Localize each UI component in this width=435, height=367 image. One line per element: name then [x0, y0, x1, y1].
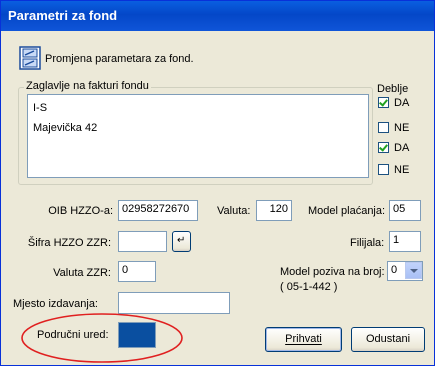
valuta-zzr-input[interactable]: 0 — [118, 261, 156, 282]
lookup-icon: ↵ — [177, 235, 186, 246]
cancel-button[interactable]: Odustani — [351, 327, 425, 352]
invoice-header-textarea[interactable]: I-S Majevička 42 — [27, 94, 369, 178]
model-poziva-value: 0 — [391, 264, 398, 276]
lookup-button[interactable]: ↵ — [172, 231, 191, 252]
sifra-label: Šifra HZZO ZZR: — [27, 237, 111, 249]
chevron-down-icon[interactable] — [405, 262, 422, 279]
bold-option-label: DA — [394, 142, 410, 154]
oib-input[interactable]: 02958272670 — [118, 200, 198, 221]
model-placanja-input[interactable]: 05 — [389, 200, 421, 221]
mjesto-input[interactable] — [118, 292, 230, 314]
invoice-header-line: I-S — [33, 102, 48, 114]
filijala-label: Filijala: — [350, 237, 385, 249]
bold-option-label: NE — [394, 122, 410, 134]
invoice-header-group-label: Zaglavlje na fakturi fondu — [24, 80, 151, 92]
podrucni-ured-label: Područni ured: — [37, 329, 109, 341]
dialog-window: Parametri za fond Promjena parametara za… — [0, 0, 435, 366]
title-bar[interactable]: Parametri za fond — [1, 1, 434, 31]
valuta-zzr-label: Valuta ZZR: — [53, 267, 111, 279]
bold-option-label: NE — [394, 164, 410, 176]
accept-button[interactable]: Prihvati — [265, 327, 342, 352]
sifra-input[interactable] — [118, 231, 167, 252]
document-settings-icon — [19, 46, 41, 70]
invoice-header-line: Majevička 42 — [33, 122, 98, 134]
mjesto-label: Mjesto izdavanja: — [13, 298, 98, 310]
header-description: Promjena parametara za fond. — [45, 53, 194, 65]
model-placanja-label: Model plaćanja: — [308, 205, 386, 217]
filijala-input[interactable]: 1 — [389, 231, 421, 252]
cancel-button-label: Odustani — [365, 333, 411, 345]
accept-button-label: Prihvati — [285, 333, 322, 345]
bold-ne-checkbox-1[interactable] — [378, 122, 389, 133]
bold-label: Deblje — [377, 83, 409, 95]
window-title: Parametri za fond — [8, 8, 118, 23]
podrucni-ured-field[interactable] — [118, 322, 156, 348]
model-poziva-hint: ( 05-1-442 ) — [280, 281, 338, 293]
valuta-label: Valuta: — [217, 205, 251, 217]
bold-da-checkbox-2[interactable] — [378, 142, 389, 153]
valuta-input[interactable]: 120 — [256, 200, 292, 221]
oib-label: OIB HZZO-a: — [48, 205, 113, 217]
model-poziva-label: Model poziva na broj: — [280, 266, 385, 278]
bold-da-checkbox-1[interactable] — [378, 97, 389, 108]
bold-ne-checkbox-2[interactable] — [378, 164, 389, 175]
bold-option-label: DA — [394, 97, 410, 109]
